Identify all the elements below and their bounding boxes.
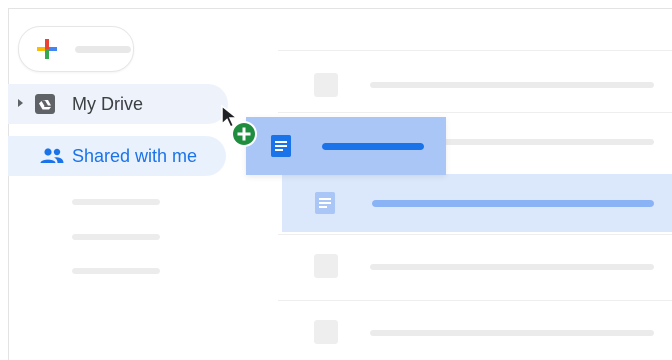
row-divider bbox=[278, 50, 672, 51]
row-divider bbox=[278, 234, 672, 235]
drop-target-row[interactable] bbox=[282, 174, 672, 232]
sidebar-item-shared-with-me[interactable]: Shared with me bbox=[8, 136, 226, 176]
dragged-file-name-placeholder bbox=[322, 143, 424, 150]
row-divider bbox=[278, 112, 672, 113]
new-button-label-placeholder bbox=[75, 46, 131, 53]
plus-icon bbox=[37, 39, 57, 59]
sidebar-placeholder-row bbox=[72, 199, 160, 205]
sidebar-item-my-drive[interactable]: My Drive bbox=[8, 84, 228, 124]
file-placeholder-icon bbox=[314, 73, 338, 97]
file-placeholder-name bbox=[370, 330, 654, 336]
file-placeholder-name bbox=[372, 200, 654, 207]
file-placeholder-icon bbox=[314, 254, 338, 278]
caret-right-icon[interactable] bbox=[18, 99, 23, 107]
dragged-file[interactable] bbox=[246, 117, 446, 175]
people-icon bbox=[40, 148, 64, 163]
sidebar-item-label: Shared with me bbox=[72, 146, 198, 166]
file-placeholder-icon bbox=[314, 320, 338, 344]
sidebar-placeholder-row bbox=[72, 234, 160, 240]
add-badge-icon bbox=[231, 121, 257, 147]
docs-icon bbox=[271, 135, 291, 157]
new-button[interactable] bbox=[18, 26, 134, 72]
row-divider bbox=[278, 300, 672, 301]
docs-icon bbox=[315, 192, 335, 214]
sidebar-placeholder-row bbox=[72, 268, 160, 274]
file-placeholder-name bbox=[370, 82, 654, 88]
my-drive-icon bbox=[35, 94, 55, 114]
sidebar-item-label: My Drive bbox=[72, 94, 143, 114]
file-placeholder-name bbox=[370, 264, 654, 270]
